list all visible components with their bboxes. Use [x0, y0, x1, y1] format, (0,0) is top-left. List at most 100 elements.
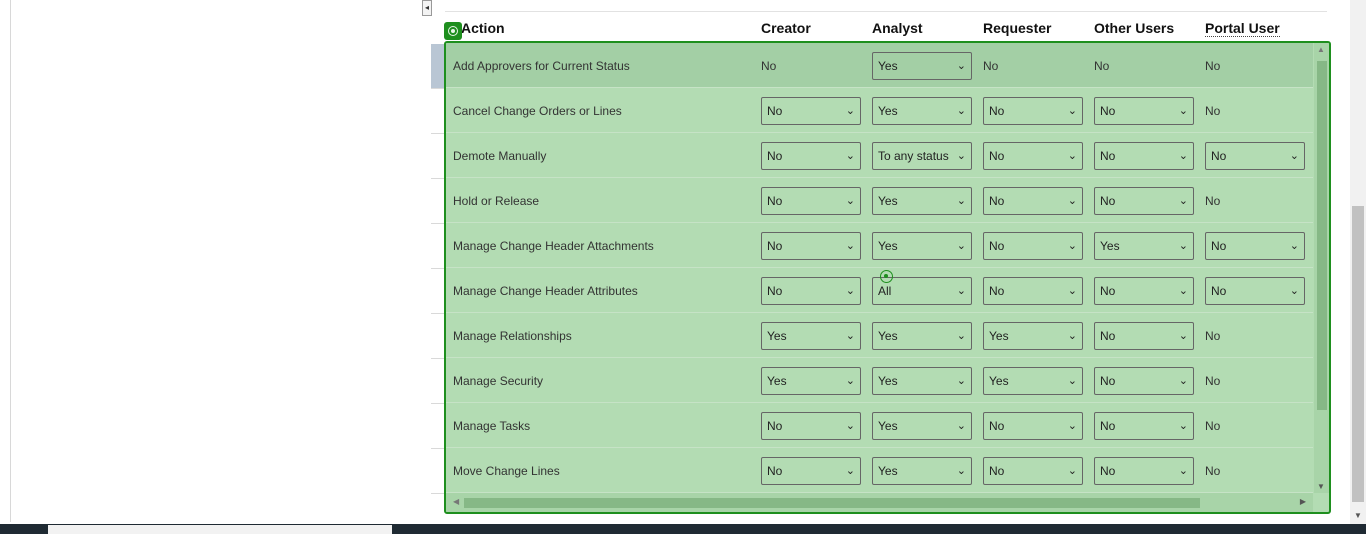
- horizontal-scrollbar[interactable]: ◀ ▶: [446, 493, 1313, 512]
- analyst-cell: Yes ⌄: [872, 403, 972, 448]
- requester-permission-select[interactable]: No ⌄: [983, 186, 1083, 215]
- scroll-up-arrow-icon[interactable]: ▲: [1317, 45, 1325, 54]
- table-row[interactable]: Add Approvers for Current Status No Yes ⌄ No…: [446, 43, 1313, 88]
- analyst-permission-select[interactable]: Yes ⌄: [872, 321, 972, 350]
- select-value: No: [767, 103, 783, 118]
- requester-permission-select[interactable]: No ⌄: [983, 231, 1083, 260]
- analyst-cell: Yes ⌄: [872, 358, 972, 403]
- creator-permission-select[interactable]: No ⌄: [761, 231, 861, 260]
- chevron-down-icon: ⌄: [1178, 194, 1188, 207]
- analyst-permission-select[interactable]: Yes ⌄: [872, 456, 972, 485]
- creator-permission-select[interactable]: No ⌄: [761, 186, 861, 215]
- chevron-down-icon: ⌄: [1067, 464, 1077, 477]
- portal-permission-select[interactable]: No ⌄: [1205, 276, 1305, 305]
- requester-value: No: [983, 58, 999, 73]
- requester-cell: No ⌄: [983, 133, 1083, 178]
- other-cell: No ⌄: [1094, 133, 1194, 178]
- table-row[interactable]: Move Change Lines No ⌄ Yes ⌄ No ⌄ No ⌄ No: [446, 448, 1313, 493]
- select-value: No: [989, 193, 1005, 208]
- chevron-down-icon: ⌄: [1067, 149, 1077, 162]
- table-row[interactable]: Manage Relationships Yes ⌄ Yes ⌄ Yes ⌄ No ⌄ No: [446, 313, 1313, 358]
- scroll-left-arrow-icon[interactable]: ◀: [453, 497, 459, 506]
- select-value: Yes: [989, 328, 1009, 343]
- analyst-permission-select[interactable]: Yes ⌄: [872, 366, 972, 395]
- creator-permission-select[interactable]: No ⌄: [761, 411, 861, 440]
- page-scroll-thumb[interactable]: [1352, 206, 1364, 502]
- requester-permission-select[interactable]: Yes ⌄: [983, 321, 1083, 350]
- requester-permission-select[interactable]: No ⌄: [983, 456, 1083, 485]
- other-permission-select[interactable]: No ⌄: [1094, 411, 1194, 440]
- creator-permission-select[interactable]: Yes ⌄: [761, 321, 861, 350]
- other-permission-select[interactable]: No ⌄: [1094, 141, 1194, 170]
- select-value: Yes: [878, 193, 898, 208]
- crosshair-dot: [884, 274, 888, 278]
- other-permission-select[interactable]: No ⌄: [1094, 276, 1194, 305]
- chevron-down-icon: ⌄: [1178, 329, 1188, 342]
- action-label: Move Change Lines: [453, 463, 560, 478]
- column-header-requester[interactable]: Requester: [983, 20, 1051, 36]
- chevron-down-icon: ⌄: [1178, 284, 1188, 297]
- column-header-analyst[interactable]: Analyst: [872, 20, 923, 36]
- column-header-portal-user[interactable]: Portal User: [1205, 20, 1280, 37]
- creator-permission-select[interactable]: No ⌄: [761, 141, 861, 170]
- select-value: No: [767, 463, 783, 478]
- chevron-down-icon: ⌄: [1067, 419, 1077, 432]
- taskbar-search-box[interactable]: [48, 525, 392, 534]
- chevron-down-icon: ⌄: [845, 329, 855, 342]
- table-row[interactable]: Cancel Change Orders or Lines No ⌄ Yes ⌄ No ⌄ N…: [446, 88, 1313, 133]
- horizontal-scroll-thumb[interactable]: [464, 498, 1200, 508]
- chevron-down-icon: ⌄: [1067, 104, 1077, 117]
- creator-permission-select[interactable]: No ⌄: [761, 96, 861, 125]
- analyst-cell: Yes ⌄: [872, 178, 972, 223]
- analyst-permission-select[interactable]: To any status ⌄: [872, 141, 972, 170]
- table-row[interactable]: Demote Manually No ⌄ To any status ⌄ No ⌄ No ⌄ No…: [446, 133, 1313, 178]
- table-row[interactable]: Hold or Release No ⌄ Yes ⌄ No ⌄ No ⌄ No: [446, 178, 1313, 223]
- column-header-creator[interactable]: Creator: [761, 20, 811, 36]
- chevron-down-icon: ⌄: [845, 194, 855, 207]
- other-permission-select[interactable]: No ⌄: [1094, 96, 1194, 125]
- requester-permission-select[interactable]: No ⌄: [983, 411, 1083, 440]
- requester-permission-select[interactable]: No ⌄: [983, 96, 1083, 125]
- scroll-right-arrow-icon[interactable]: ▶: [1300, 497, 1306, 506]
- creator-permission-select[interactable]: No ⌄: [761, 456, 861, 485]
- other-permission-select[interactable]: No ⌄: [1094, 366, 1194, 395]
- scroll-down-arrow-icon[interactable]: ▼: [1317, 482, 1325, 491]
- creator-cell: No ⌄: [761, 178, 861, 223]
- chevron-down-icon: ⌄: [1067, 374, 1077, 387]
- portal-value: No: [1205, 103, 1221, 118]
- page-scroll-down-arrow-icon[interactable]: ▼: [1354, 511, 1362, 520]
- other-cell: No ⌄: [1094, 358, 1194, 403]
- table-row[interactable]: Manage Tasks No ⌄ Yes ⌄ No ⌄ No ⌄ No: [446, 403, 1313, 448]
- action-label: Demote Manually: [453, 148, 547, 163]
- creator-cell: No ⌄: [761, 448, 861, 493]
- requester-permission-select[interactable]: No ⌄: [983, 141, 1083, 170]
- analyst-permission-select[interactable]: Yes ⌄: [872, 96, 972, 125]
- analyst-permission-select[interactable]: Yes ⌄: [872, 411, 972, 440]
- action-label: Add Approvers for Current Status: [453, 58, 630, 73]
- analyst-cell: Yes ⌄: [872, 313, 972, 358]
- analyst-permission-select[interactable]: Yes ⌄: [872, 186, 972, 215]
- other-permission-select[interactable]: Yes ⌄: [1094, 231, 1194, 260]
- vertical-scroll-thumb[interactable]: [1317, 61, 1327, 410]
- creator-permission-select[interactable]: Yes ⌄: [761, 366, 861, 395]
- column-header-other-users[interactable]: Other Users: [1094, 20, 1174, 36]
- creator-permission-select[interactable]: No ⌄: [761, 276, 861, 305]
- other-permission-select[interactable]: No ⌄: [1094, 321, 1194, 350]
- portal-permission-select[interactable]: No ⌄: [1205, 141, 1305, 170]
- page-scrollbar[interactable]: ▼: [1350, 0, 1366, 524]
- requester-cell: No ⌄: [983, 178, 1083, 223]
- vertical-scrollbar[interactable]: ▲ ▼: [1314, 43, 1329, 493]
- other-permission-select[interactable]: No ⌄: [1094, 456, 1194, 485]
- column-header-action[interactable]: Action: [461, 20, 505, 36]
- analyst-permission-select[interactable]: Yes ⌄: [872, 51, 972, 80]
- select-value: No: [1100, 463, 1116, 478]
- table-row[interactable]: Manage Security Yes ⌄ Yes ⌄ Yes ⌄ No ⌄ No: [446, 358, 1313, 403]
- requester-permission-select[interactable]: No ⌄: [983, 276, 1083, 305]
- requester-permission-select[interactable]: Yes ⌄: [983, 366, 1083, 395]
- portal-permission-select[interactable]: No ⌄: [1205, 231, 1305, 260]
- select-value: Yes: [767, 328, 787, 343]
- analyst-permission-select[interactable]: Yes ⌄: [872, 231, 972, 260]
- other-permission-select[interactable]: No ⌄: [1094, 186, 1194, 215]
- table-row[interactable]: Manage Change Header Attachments No ⌄ Yes ⌄ N…: [446, 223, 1313, 268]
- permissions-grid: Add Approvers for Current Status No Yes ⌄ No…: [446, 43, 1313, 493]
